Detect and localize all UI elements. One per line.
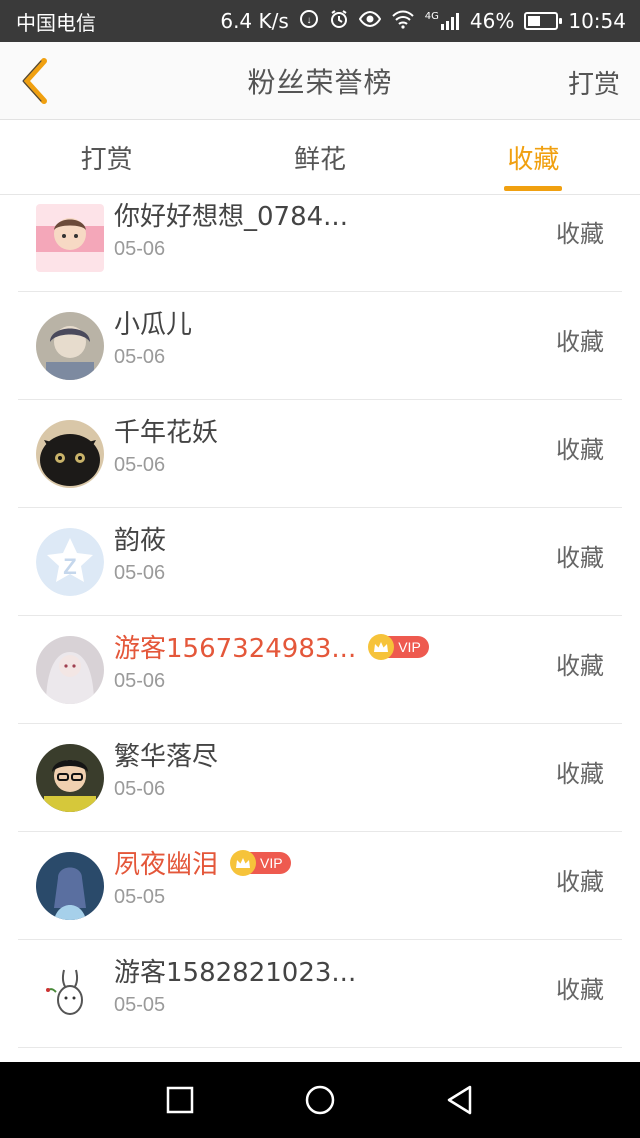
back-nav-button[interactable]: [430, 1070, 490, 1130]
name-line: 夙夜幽泪 VIP: [114, 844, 291, 881]
name-line: 千年花妖: [114, 412, 218, 449]
date: 05-06: [114, 346, 166, 368]
network-speed: 6.4 K/s: [220, 9, 289, 33]
tab-reward[interactable]: 打赏: [0, 121, 213, 194]
clock: 10:54: [568, 9, 626, 33]
date: 05-06: [114, 454, 166, 476]
header: 粉丝荣誉榜 打赏: [0, 42, 640, 120]
back-button[interactable]: [10, 54, 60, 108]
avatar: [36, 420, 104, 488]
user-name: 千年花妖: [114, 418, 219, 448]
favorite-label: 收藏: [556, 868, 604, 896]
favorite-label: 收藏: [556, 328, 604, 356]
name-line: 游客1582821023...: [114, 952, 356, 989]
fan-list: 你好好想想_0784... 05-06 收藏 小瓜儿 05-06 收藏 千年花妖…: [0, 196, 640, 1062]
user-name: 韵莜: [114, 526, 167, 556]
avatar: [36, 852, 104, 920]
user-name: 小瓜儿: [114, 310, 193, 340]
user-name: 你好好想想_0784...: [114, 202, 348, 232]
avatar: [36, 636, 104, 704]
svg-text:Z: Z: [63, 554, 76, 579]
alarm-icon: [329, 9, 349, 33]
crown-icon: [230, 849, 257, 876]
tab-bar: 打赏 鲜花 收藏: [0, 121, 640, 195]
favorite-label: 收藏: [556, 976, 604, 1004]
favorite-label: 收藏: [556, 652, 604, 680]
favorite-label: 收藏: [556, 220, 604, 248]
svg-text:↓: ↓: [306, 15, 311, 26]
date: 05-05: [114, 886, 166, 908]
tab-favorites[interactable]: 收藏: [427, 121, 640, 194]
home-button[interactable]: [290, 1070, 350, 1130]
crown-icon: [368, 633, 395, 660]
favorite-label: 收藏: [556, 544, 604, 572]
user-name: 游客1582821023...: [114, 958, 357, 988]
data-saver-icon: ↓: [299, 9, 319, 33]
signal-icon: 4G: [425, 12, 460, 30]
name-line: 韵莜: [114, 520, 166, 557]
list-item[interactable]: 你好好想想_0784... 05-06 收藏: [18, 196, 622, 292]
date: 05-06: [114, 562, 166, 584]
user-name: 游客1567324983...: [114, 634, 357, 664]
list-item[interactable]: 夙夜幽泪 VIP 05-05 收藏: [18, 832, 622, 940]
vip-badge: VIP: [368, 633, 429, 660]
date: 05-05: [114, 994, 166, 1016]
battery-percent: 46%: [469, 9, 515, 33]
chevron-left-icon: [22, 58, 47, 104]
list-item[interactable]: 繁华落尽 05-06 收藏: [18, 724, 622, 832]
name-line: 你好好想想_0784...: [114, 196, 348, 233]
user-name: 繁华落尽: [114, 742, 219, 772]
wifi-icon: [391, 9, 415, 33]
network-type: 4G: [424, 11, 439, 22]
favorite-label: 收藏: [556, 760, 604, 788]
square-icon: [166, 1086, 194, 1114]
tab-flowers[interactable]: 鲜花: [213, 121, 426, 194]
avatar: [36, 960, 104, 1028]
date: 05-06: [114, 670, 166, 692]
date: 05-06: [114, 778, 166, 800]
list-item[interactable]: 游客1567324983... VIP 05-06 收藏: [18, 616, 622, 724]
carrier-label: 中国电信: [16, 10, 96, 35]
avatar: [36, 744, 104, 812]
recent-apps-button[interactable]: [150, 1070, 210, 1130]
name-line: 繁华落尽: [114, 736, 218, 773]
list-item[interactable]: 小瓜儿 05-06 收藏: [18, 292, 622, 400]
circle-icon: [305, 1085, 335, 1115]
list-item[interactable]: 游客1582821023... 05-05 收藏: [18, 940, 622, 1048]
date: 05-06: [114, 238, 166, 260]
status-indicators: 6.4 K/s ↓ 4G 46% 10:54: [220, 9, 626, 33]
page-title: 粉丝荣誉榜: [247, 65, 393, 99]
reward-button[interactable]: 打赏: [568, 64, 620, 101]
avatar: [36, 312, 104, 380]
list-item[interactable]: 千年花妖 05-06 收藏: [18, 400, 622, 508]
triangle-back-icon: [447, 1085, 472, 1115]
favorite-label: 收藏: [556, 436, 604, 464]
avatar: Z: [36, 528, 104, 596]
system-nav-bar: [0, 1062, 640, 1138]
user-name: 夙夜幽泪: [114, 850, 219, 880]
eye-icon: [358, 9, 381, 33]
vip-badge: VIP: [230, 849, 291, 876]
name-line: 小瓜儿: [114, 304, 192, 341]
list-item[interactable]: Z 韵莜 05-06 收藏: [18, 508, 622, 616]
battery-icon: [524, 12, 563, 30]
status-bar: 中国电信 6.4 K/s ↓ 4G 46% 10:54: [0, 0, 640, 42]
name-line: 游客1567324983... VIP: [114, 628, 429, 665]
avatar: [36, 204, 104, 272]
